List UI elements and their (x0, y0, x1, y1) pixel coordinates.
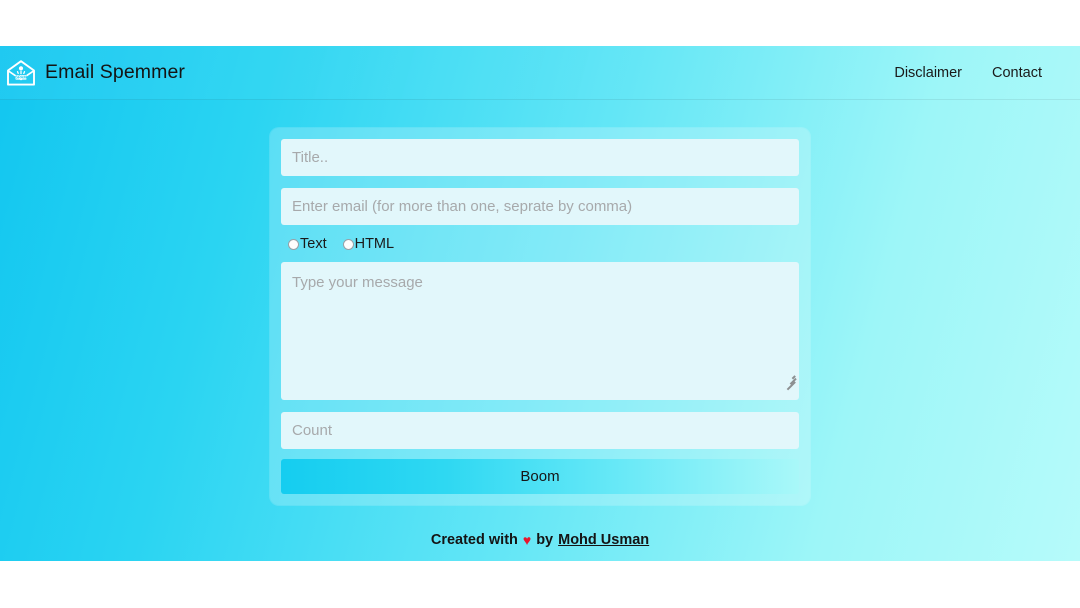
count-input[interactable] (281, 411, 799, 449)
navbar-links: Disclaimer Contact (894, 65, 1042, 81)
navbar: SPAM Email Spemmer Disclaimer Contact (0, 46, 1080, 100)
radio-option-html[interactable]: HTML (342, 236, 395, 252)
radio-circle-icon[interactable] (288, 238, 299, 250)
nav-link-contact[interactable]: Contact (992, 65, 1042, 81)
radio-label-text: Text (300, 236, 327, 252)
radio-circle-icon[interactable] (342, 238, 354, 250)
page-viewport: SPAM Email Spemmer Disclaimer Contact Te… (0, 46, 1080, 561)
footer-middle: by (536, 532, 554, 548)
footer-author-link[interactable]: Mohd Usman (558, 532, 649, 548)
message-textarea[interactable] (281, 261, 799, 400)
main-content: Text HTML Boom (0, 100, 1080, 505)
envelope-spam-icon: SPAM (6, 59, 36, 87)
heart-icon: ♥ (522, 532, 532, 548)
brand-label: Email Spemmer (45, 61, 185, 83)
svg-text:SPAM: SPAM (15, 74, 27, 79)
radio-label-html: HTML (354, 236, 395, 252)
title-input[interactable] (281, 139, 799, 176)
message-field-wrapper (281, 261, 799, 400)
nav-link-disclaimer[interactable]: Disclaimer (894, 65, 962, 81)
footer-prefix: Created with (430, 532, 518, 548)
email-input[interactable] (281, 188, 799, 225)
boom-submit-button[interactable]: Boom (281, 458, 799, 494)
brand-link[interactable]: SPAM Email Spemmer (6, 59, 185, 87)
footer: Created with ♥ by Mohd Usman (0, 519, 1080, 561)
format-radio-group: Text HTML (288, 237, 799, 252)
radio-option-text[interactable]: Text (288, 237, 327, 252)
spam-form-card: Text HTML Boom (270, 128, 810, 505)
